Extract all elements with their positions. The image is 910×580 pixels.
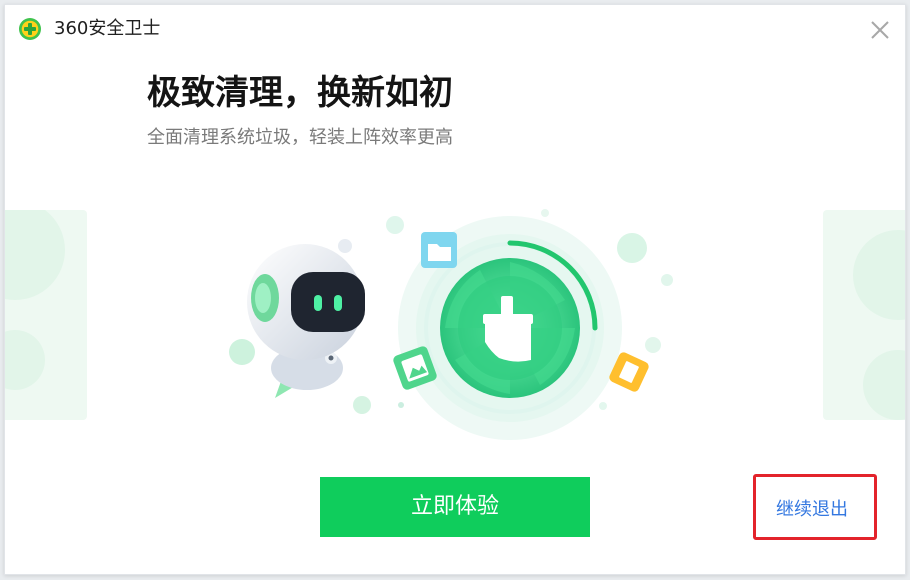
- carousel-prev-panel[interactable]: [5, 210, 87, 420]
- try-now-button[interactable]: 立即体验: [320, 477, 590, 537]
- continue-exit-link[interactable]: 继续退出: [776, 498, 848, 522]
- carousel-next-panel[interactable]: [823, 210, 905, 420]
- dialog-window: 360安全卫士 极致清理，换新如初 全面清理系统垃圾，轻装上阵效率更高 立即体验…: [4, 4, 906, 575]
- hero-illustration: [229, 209, 673, 440]
- promo-subline: 全面清理系统垃圾，轻装上阵效率更高: [147, 127, 453, 148]
- close-icon[interactable]: [867, 17, 893, 43]
- broom-cleaner-icon: [440, 258, 580, 398]
- 360-logo-icon: [19, 18, 41, 40]
- folder-icon: [421, 232, 457, 268]
- title-bar: 360安全卫士: [5, 5, 905, 51]
- promo-headline: 极致清理，换新如初: [147, 73, 453, 113]
- app-title: 360安全卫士: [54, 18, 161, 39]
- robot-mascot-icon: [247, 239, 365, 398]
